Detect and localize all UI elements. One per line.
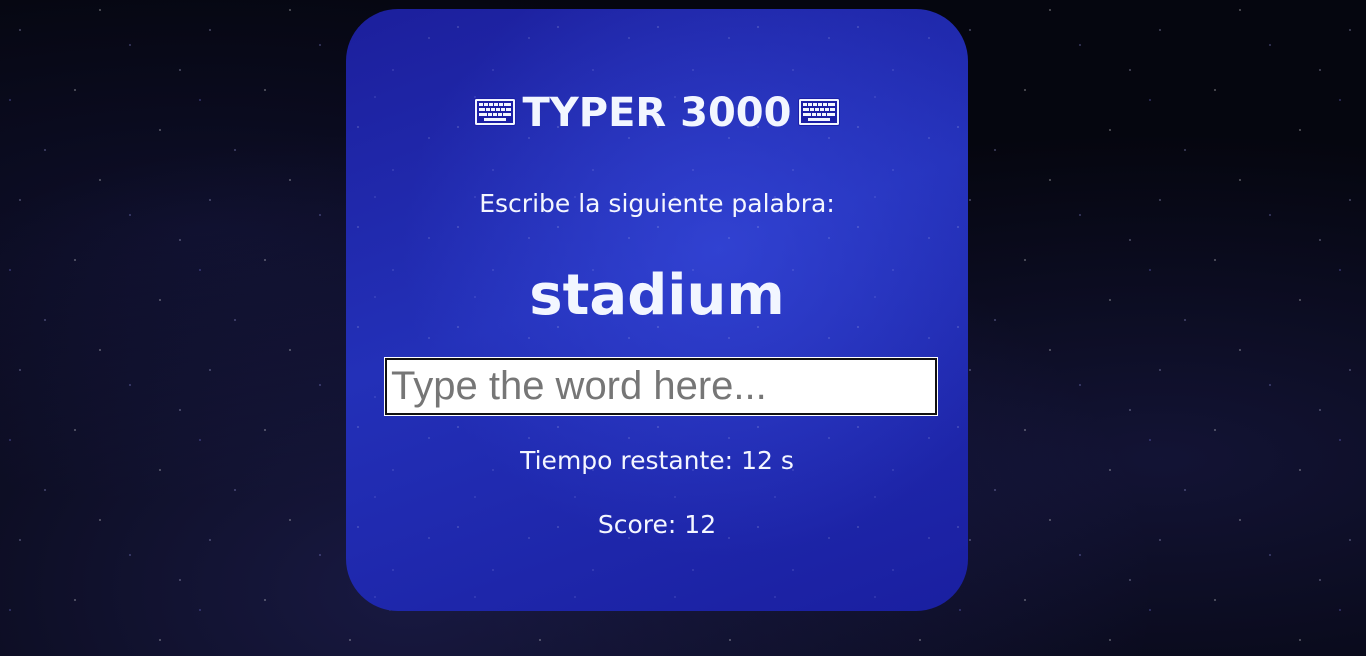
time-value: 12 s [741,446,794,475]
instruction-text: Escribe la siguiente palabra: [479,189,835,218]
time-label: Tiempo restante: [520,446,734,475]
keyboard-icon [798,98,841,126]
score: Score: 12 [346,508,968,542]
page-title: TYPER 3000 [346,91,968,135]
score-value: 12 [684,510,717,539]
time-remaining: Tiempo restante: 12 s [346,444,968,478]
keyboard-icon [473,98,516,126]
title-text: TYPER 3000 [522,90,792,136]
target-word: stadium [529,263,785,328]
score-label: Score: [597,510,677,539]
word-input[interactable] [384,357,938,416]
game-card: TYPER 3000 Escribe la siguiente palabra:… [346,9,968,611]
